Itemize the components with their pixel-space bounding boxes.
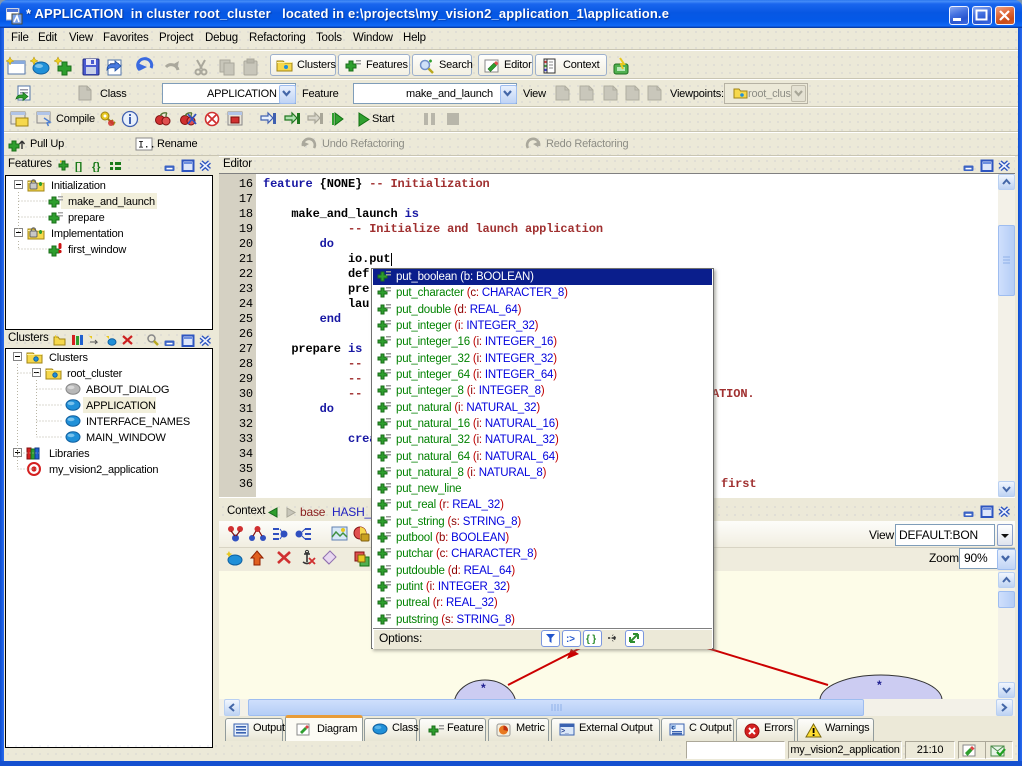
svg-text:I...: I... — [138, 141, 155, 152]
svg-text:[]: [] — [75, 161, 82, 172]
svg-text:{ }: { } — [586, 634, 596, 645]
svg-text::>: :> — [566, 634, 575, 645]
svg-text:>_: >_ — [561, 728, 569, 735]
svg-text:{}: {} — [92, 161, 101, 172]
svg-text:*: * — [877, 678, 882, 692]
svg-text:*: * — [481, 681, 486, 695]
